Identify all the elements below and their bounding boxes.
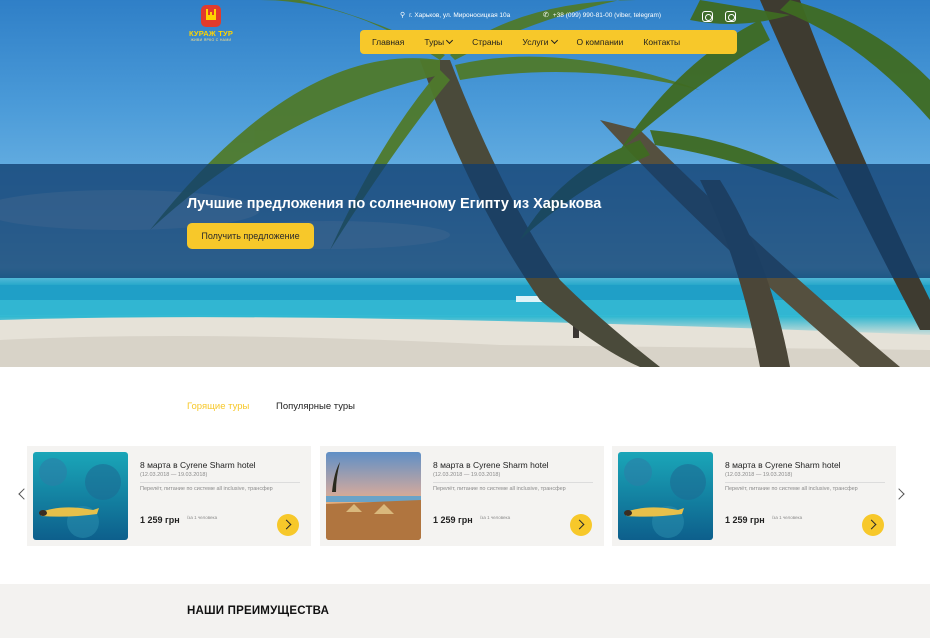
tour-title[interactable]: 8 марта в Cyrene Sharm hotel [725, 460, 841, 470]
logo-tagline: ЖИВИ ЯРКО С НАМИ [190, 38, 232, 42]
hero-title: Лучшие предложения по солнечному Египту … [187, 196, 602, 212]
tour-description: Перелёт, питание по системе all inclusiv… [140, 486, 273, 492]
tour-title[interactable]: 8 марта в Cyrene Sharm hotel [140, 460, 256, 470]
tour-price-unit: /за 1 человека [772, 515, 803, 520]
phone-icon: ✆ [543, 12, 549, 19]
chevron-down-icon [446, 36, 454, 45]
arrow-right-icon[interactable] [862, 514, 884, 536]
tour-price: 1 259 грн [433, 515, 473, 525]
nav-item-tours[interactable]: Туры [424, 36, 454, 47]
tour-price: 1 259 грн [140, 515, 180, 525]
logo-brand: КУРАЖ ТУР [188, 29, 234, 38]
snorkeling-diver-photo [618, 452, 713, 540]
nav-label: О компании [576, 37, 624, 47]
snorkeling-diver-photo [33, 452, 128, 540]
tour-card[interactable]: 8 марта в Cyrene Sharm hotel (12.03.2018… [27, 446, 311, 546]
divider [725, 482, 885, 483]
nav-label: Услуги [522, 37, 549, 47]
advantages-section [0, 584, 930, 638]
nav-item-services[interactable]: Услуги [522, 36, 558, 47]
beach-sunset-photo [326, 452, 421, 540]
nav-item-about[interactable]: О компании [577, 37, 624, 47]
logo[interactable]: КУРАЖ ТУР ЖИВИ ЯРКО С НАМИ [185, 4, 237, 48]
tab-hot-tours[interactable]: Горящие туры [187, 401, 249, 412]
advantages-title: НАШИ ПРЕИМУЩЕСТВА [187, 605, 330, 617]
nav-label: Главная [372, 37, 405, 47]
nav-item-home[interactable]: Главная [372, 37, 404, 47]
tour-description: Перелёт, питание по системе all inclusiv… [433, 486, 566, 492]
tour-dates: (12.03.2018 — 19.03.2018) [140, 472, 208, 478]
nav-item-countries[interactable]: Страны [472, 37, 502, 47]
chevron-down-icon [550, 36, 558, 45]
tour-card[interactable]: 8 марта в Cyrene Sharm hotel (12.03.2018… [320, 446, 604, 546]
nav-label: Контакты [643, 37, 681, 47]
tour-description: Перелёт, питание по системе all inclusiv… [725, 486, 858, 492]
nav-label: Туры [424, 37, 445, 47]
get-offer-button[interactable]: Получить предложение [187, 223, 314, 249]
tour-price-unit: /за 1 человека [187, 515, 218, 520]
phone-text[interactable]: +38 (099) 990-81-00 (viber, telegram) [553, 12, 661, 19]
hero-banner [0, 164, 930, 278]
divider [140, 482, 300, 483]
hero-section: КУРАЖ ТУР ЖИВИ ЯРКО С НАМИ ⚲ г. Харьков, … [0, 0, 930, 367]
arrow-right-icon[interactable] [277, 514, 299, 536]
tour-price: 1 259 грн [725, 515, 765, 525]
tour-dates: (12.03.2018 — 19.03.2018) [725, 472, 793, 478]
tour-title[interactable]: 8 марта в Cyrene Sharm hotel [433, 460, 549, 470]
rock-hand-logo-icon [201, 5, 221, 27]
arrow-right-icon[interactable] [570, 514, 592, 536]
tour-card[interactable]: 8 марта в Cyrene Sharm hotel (12.03.2018… [612, 446, 896, 546]
address-text: г. Харьков, ул. Мироносицкая 10а [409, 12, 511, 19]
nav-item-contacts[interactable]: Контакты [643, 37, 680, 47]
divider [433, 482, 593, 483]
tour-price-unit: /за 1 человека [480, 515, 511, 520]
tour-dates: (12.03.2018 — 19.03.2018) [433, 472, 501, 478]
address-info: ⚲ г. Харьков, ул. Мироносицкая 10а [400, 11, 510, 19]
phone-info[interactable]: ✆ +38 (099) 990-81-00 (viber, telegram) [543, 11, 661, 19]
nav-label: Страны [472, 37, 503, 47]
instagram-icon[interactable] [725, 11, 736, 22]
location-pin-icon: ⚲ [400, 12, 406, 19]
facebook-icon[interactable] [702, 11, 713, 22]
main-nav: Главная Туры Страны Услуги О компании Ко… [360, 30, 737, 54]
tab-popular-tours[interactable]: Популярные туры [276, 401, 355, 412]
